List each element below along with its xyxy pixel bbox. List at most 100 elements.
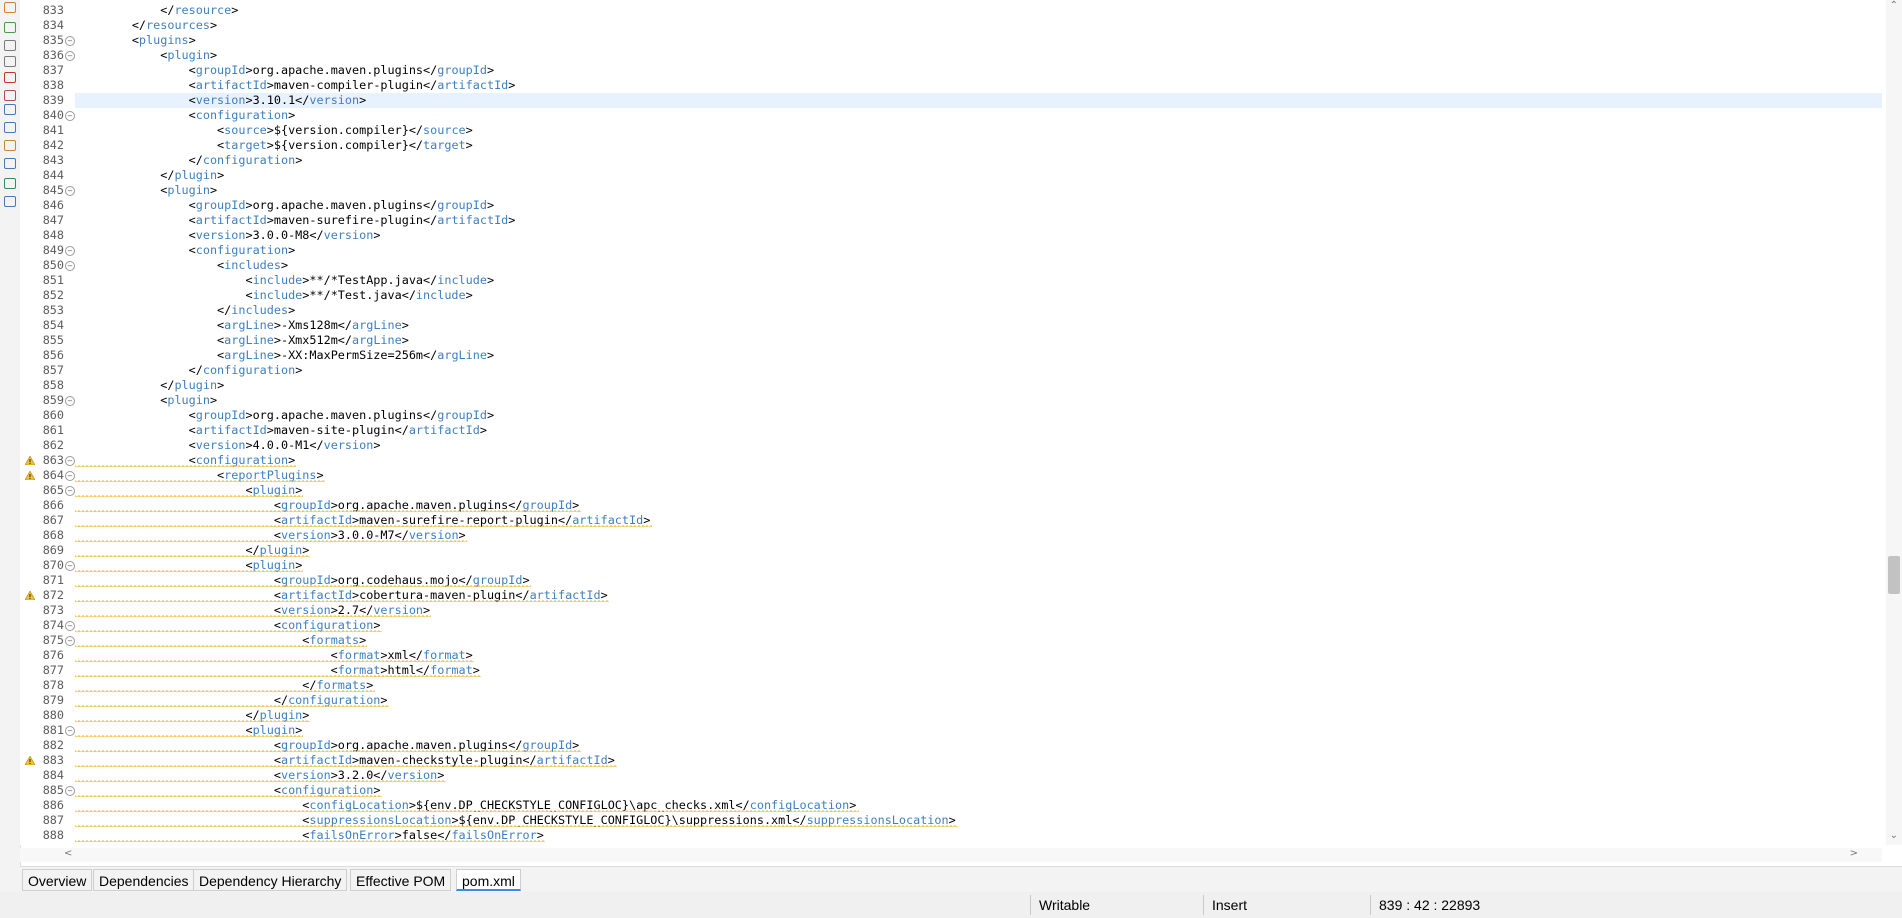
code-line[interactable]: <configLocation>${env.DP_CHECKSTYLE_CONF…: [75, 798, 1882, 813]
fold-toggle-icon[interactable]: −: [65, 36, 75, 46]
code-line[interactable]: </plugin>: [75, 708, 1882, 723]
code-line[interactable]: <version>3.2.0</version>: [75, 768, 1882, 783]
scroll-up-icon[interactable]: ⌃: [1890, 0, 1898, 11]
code-line[interactable]: <plugin>: [75, 183, 1882, 198]
progress-icon[interactable]: [4, 178, 16, 189]
code-line[interactable]: <reportPlugins>: [75, 468, 1882, 483]
dotted-grid-icon[interactable]: [4, 40, 16, 51]
code-line[interactable]: <version>3.0.0-M8</version>: [75, 228, 1882, 243]
code-line[interactable]: </plugin>: [75, 378, 1882, 393]
code-line[interactable]: <configuration>: [75, 783, 1882, 798]
xml-editor[interactable]: 833 834 835−836−837 838 839 840−841 842 843 844 8…: [20, 0, 1902, 845]
tab-overview[interactable]: Overview: [22, 869, 93, 891]
code-line[interactable]: <include>**/*Test.java</include>: [75, 288, 1882, 303]
code-line[interactable]: <plugin>: [75, 558, 1882, 573]
tab-dependencies[interactable]: Dependencies: [93, 869, 195, 891]
code-line[interactable]: </resource>: [75, 3, 1882, 18]
code-line[interactable]: <configuration>: [75, 618, 1882, 633]
code-area[interactable]: </resource> </resources> <plugins> <plug…: [75, 0, 1882, 845]
code-line[interactable]: <artifactId>maven-compiler-plugin</artif…: [75, 78, 1882, 93]
code-line[interactable]: <artifactId>maven-surefire-plugin</artif…: [75, 213, 1882, 228]
code-line[interactable]: <plugin>: [75, 48, 1882, 63]
scroll-left-icon[interactable]: <: [64, 848, 72, 859]
code-line[interactable]: <version>4.0.0-M1</version>: [75, 438, 1882, 453]
fold-toggle-icon[interactable]: −: [65, 471, 75, 481]
code-line[interactable]: <argLine>-XX:MaxPermSize=256m</argLine>: [75, 348, 1882, 363]
code-line[interactable]: <suppressionsLocation>${env.DP_CHECKSTYL…: [75, 813, 1882, 828]
code-line[interactable]: <artifactId>cobertura-maven-plugin</arti…: [75, 588, 1882, 603]
warning-icon[interactable]: [25, 591, 35, 600]
fold-toggle-icon[interactable]: −: [65, 486, 75, 496]
tab-effective-pom[interactable]: Effective POM: [350, 869, 452, 891]
fold-toggle-icon[interactable]: −: [65, 786, 75, 796]
code-line[interactable]: <groupId>org.apache.maven.plugins</group…: [75, 63, 1882, 78]
fold-toggle-icon[interactable]: −: [65, 246, 75, 256]
code-line[interactable]: <groupId>org.apache.maven.plugins</group…: [75, 198, 1882, 213]
code-line[interactable]: <artifactId>maven-surefire-report-plugin…: [75, 513, 1882, 528]
tab-dependency-hierarchy[interactable]: Dependency Hierarchy: [193, 869, 348, 891]
code-line[interactable]: <plugin>: [75, 393, 1882, 408]
code-line[interactable]: <formats>: [75, 633, 1882, 648]
code-line[interactable]: <plugins>: [75, 33, 1882, 48]
code-line[interactable]: <format>html</format>: [75, 663, 1882, 678]
code-line[interactable]: </resources>: [75, 18, 1882, 33]
vertical-scrollbar[interactable]: ⌃ ⌄: [1886, 0, 1902, 845]
code-line[interactable]: </configuration>: [75, 693, 1882, 708]
code-line[interactable]: </configuration>: [75, 363, 1882, 378]
code-line[interactable]: <plugin>: [75, 483, 1882, 498]
code-line[interactable]: <artifactId>maven-site-plugin</artifactI…: [75, 423, 1882, 438]
tab-pom-xml[interactable]: pom.xml: [456, 869, 521, 891]
hierarchy-icon[interactable]: [4, 2, 16, 13]
code-line[interactable]: <configuration>: [75, 108, 1882, 123]
code-line[interactable]: <argLine>-Xms128m</argLine>: [75, 318, 1882, 333]
fold-toggle-icon[interactable]: −: [65, 111, 75, 121]
code-line[interactable]: <groupId>org.codehaus.mojo</groupId>: [75, 573, 1882, 588]
at-icon[interactable]: [4, 104, 16, 115]
code-line[interactable]: <target>${version.compiler}</target>: [75, 138, 1882, 153]
code-line[interactable]: <groupId>org.apache.maven.plugins</group…: [75, 408, 1882, 423]
code-line[interactable]: <version>3.0.0-M7</version>: [75, 528, 1882, 543]
warning-icon[interactable]: [25, 456, 35, 465]
fold-toggle-icon[interactable]: −: [65, 186, 75, 196]
code-line[interactable]: </includes>: [75, 303, 1882, 318]
code-line[interactable]: <includes>: [75, 258, 1882, 273]
code-line[interactable]: <include>**/*TestApp.java</include>: [75, 273, 1882, 288]
fold-toggle-icon[interactable]: −: [65, 726, 75, 736]
code-line[interactable]: </formats>: [75, 678, 1882, 693]
warning-icon[interactable]: [25, 756, 35, 765]
settings-icon[interactable]: [4, 196, 16, 207]
code-line[interactable]: <groupId>org.apache.maven.plugins</group…: [75, 738, 1882, 753]
fold-toggle-icon[interactable]: −: [65, 621, 75, 631]
fold-toggle-icon[interactable]: −: [65, 636, 75, 646]
scroll-down-icon[interactable]: ⌄: [1890, 830, 1898, 841]
wrench-icon[interactable]: [4, 140, 16, 151]
vertical-scroll-thumb[interactable]: [1888, 556, 1900, 594]
stack-icon[interactable]: [4, 90, 16, 101]
code-line[interactable]: <version>3.10.1</version>: [75, 93, 1882, 108]
search-icon[interactable]: [4, 122, 16, 133]
code-line[interactable]: </plugin>: [75, 168, 1882, 183]
console-icon[interactable]: [4, 158, 16, 169]
horizontal-scrollbar[interactable]: < >: [20, 848, 1882, 862]
code-line[interactable]: </configuration>: [75, 153, 1882, 168]
code-line[interactable]: <groupId>org.apache.maven.plugins</group…: [75, 498, 1882, 513]
code-line[interactable]: </plugin>: [75, 543, 1882, 558]
list-icon[interactable]: [4, 56, 16, 67]
warning-icon[interactable]: [25, 471, 35, 480]
code-line[interactable]: <version>2.7</version>: [75, 603, 1882, 618]
code-line[interactable]: <source>${version.compiler}</source>: [75, 123, 1882, 138]
error-log-icon[interactable]: [4, 72, 16, 83]
code-line[interactable]: <configuration>: [75, 243, 1882, 258]
fold-toggle-icon[interactable]: −: [65, 396, 75, 406]
fold-toggle-icon[interactable]: −: [65, 561, 75, 571]
code-line[interactable]: <failsOnError>false</failsOnError>: [75, 828, 1882, 843]
fold-toggle-icon[interactable]: −: [65, 261, 75, 271]
code-line[interactable]: <argLine>-Xmx512m</argLine>: [75, 333, 1882, 348]
code-line[interactable]: <plugin>: [75, 723, 1882, 738]
code-line[interactable]: <artifactId>maven-checkstyle-plugin</art…: [75, 753, 1882, 768]
fold-toggle-icon[interactable]: −: [65, 456, 75, 466]
code-line[interactable]: <configuration>: [75, 453, 1882, 468]
scroll-right-icon[interactable]: >: [1850, 848, 1858, 859]
tree-icon[interactable]: [4, 22, 16, 33]
fold-toggle-icon[interactable]: −: [65, 51, 75, 61]
